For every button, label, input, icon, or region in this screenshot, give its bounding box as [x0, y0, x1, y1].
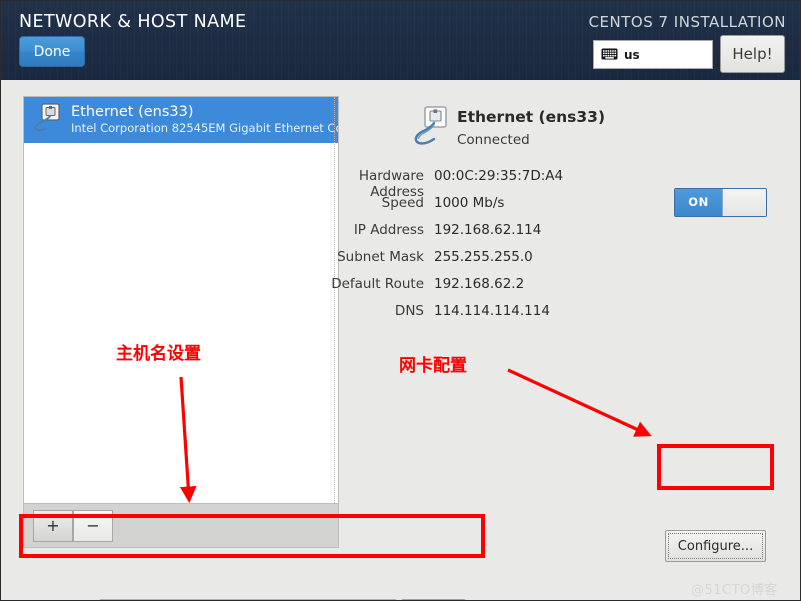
- detail-connection-state: Connected: [457, 132, 530, 148]
- focus-ring: [668, 533, 763, 559]
- property-row-subnet-mask: Subnet Mask 255.255.255.0: [331, 249, 791, 275]
- keyboard-icon: [601, 45, 618, 64]
- property-label: DNS: [394, 303, 424, 319]
- keyboard-layout-label: us: [624, 47, 640, 62]
- property-row-default-route: Default Route 192.168.62.2: [331, 276, 791, 302]
- property-value: 192.168.62.114: [434, 222, 542, 238]
- page-title: NETWORK & HOST NAME: [19, 12, 247, 32]
- device-detail-titles: Ethernet (ens33) Connected: [457, 108, 605, 150]
- installer-header: NETWORK & HOST NAME Done CENTOS 7 INSTAL…: [1, 1, 800, 80]
- list-item-texts: Ethernet (ens33) Intel Corporation 82545…: [71, 104, 338, 136]
- device-description: Intel Corporation 82545EM Gigabit Ethern…: [71, 121, 338, 135]
- property-value: 00:0C:29:35:7D:A4: [434, 168, 564, 184]
- installer-window: NETWORK & HOST NAME Done CENTOS 7 INSTAL…: [0, 0, 801, 601]
- installation-title: CENTOS 7 INSTALLATION: [588, 13, 786, 31]
- property-value: 114.114.114.114: [434, 303, 550, 319]
- property-row-dns: DNS 114.114.114.114: [331, 303, 791, 329]
- property-row-speed: Speed 1000 Mb/s: [331, 195, 791, 221]
- add-device-button[interactable]: +: [33, 510, 73, 542]
- property-value: 255.255.255.0: [434, 249, 533, 265]
- property-label: IP Address: [353, 222, 424, 238]
- property-label: Speed: [381, 195, 424, 211]
- property-label: Default Route: [331, 276, 424, 292]
- property-value: 192.168.62.2: [434, 276, 525, 292]
- configure-button[interactable]: Configure...: [665, 530, 766, 562]
- help-button[interactable]: Help!: [720, 35, 785, 73]
- property-row-ip-address: IP Address 192.168.62.114: [331, 222, 791, 248]
- device-list-toolbar: + −: [23, 504, 339, 548]
- network-device-list[interactable]: Ethernet (ens33) Intel Corporation 82545…: [23, 96, 339, 504]
- property-label: Subnet Mask: [337, 249, 424, 265]
- ethernet-port-icon: [33, 102, 63, 138]
- device-name: Ethernet (ens33): [71, 104, 194, 120]
- device-detail-header: Ethernet (ens33) Connected: [414, 106, 605, 156]
- done-button[interactable]: Done: [19, 36, 85, 67]
- detail-device-name: Ethernet (ens33): [457, 108, 606, 126]
- property-value: 1000 Mb/s: [434, 195, 505, 211]
- remove-device-button[interactable]: −: [73, 510, 113, 542]
- keyboard-layout-indicator[interactable]: us: [593, 40, 713, 69]
- list-item[interactable]: Ethernet (ens33) Intel Corporation 82545…: [24, 97, 338, 143]
- property-row-hardware-address: Hardware Address 00:0C:29:35:7D:A4: [331, 168, 791, 200]
- ethernet-port-icon: [414, 106, 448, 156]
- main-content: Ethernet (ens33) Intel Corporation 82545…: [1, 80, 800, 600]
